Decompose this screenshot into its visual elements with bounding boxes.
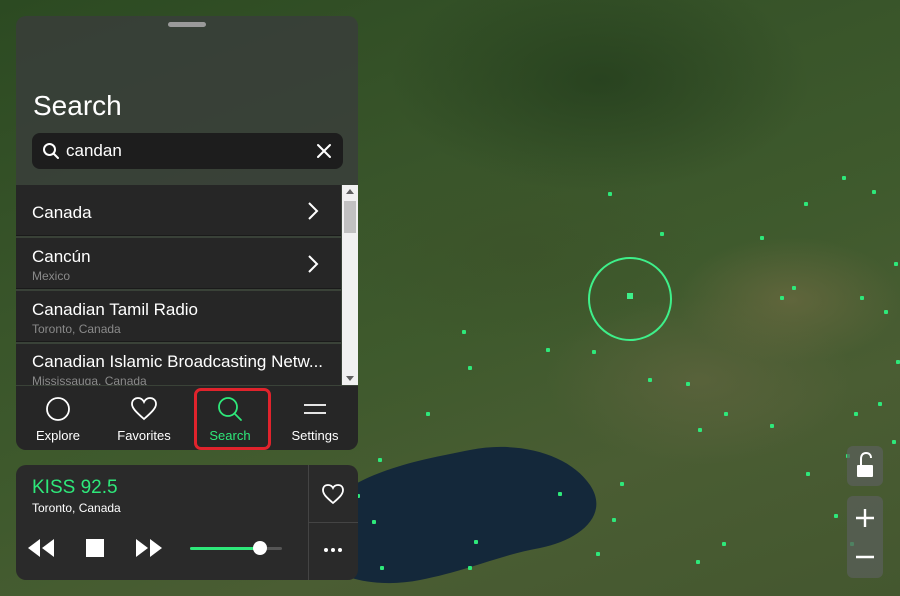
station-marker[interactable] [770,424,774,428]
station-marker[interactable] [894,262,898,266]
zoom-in-icon[interactable] [847,496,883,537]
unlock-icon [857,451,873,477]
search-input[interactable] [66,133,306,169]
page-title: Search [33,90,122,121]
station-marker[interactable] [696,560,700,564]
station-marker[interactable] [620,482,624,486]
volume-level [190,547,260,550]
station-name[interactable]: KISS 92.5 [32,477,118,499]
result-item-canadian-tamil-radio[interactable]: Canadian Tamil Radio Toronto, Canada [16,291,341,342]
bottom-tab-bar: Explore Favorites Search Settings [16,386,358,450]
station-marker[interactable] [722,542,726,546]
result-subtitle: Toronto, Canada [32,322,121,336]
station-marker[interactable] [860,296,864,300]
more-icon[interactable] [321,543,345,557]
tab-explore[interactable]: Explore [18,386,98,450]
result-title: Canadian Tamil Radio [32,300,199,319]
station-marker[interactable] [780,296,784,300]
station-marker[interactable] [380,566,384,570]
result-item-canadian-islamic-broadcasting[interactable]: Canadian Islamic Broadcasting Netw... Mi… [16,344,341,385]
station-marker[interactable] [896,360,900,364]
station-marker[interactable] [884,310,888,314]
station-marker[interactable] [596,552,600,556]
tab-label: Explore [35,428,81,443]
search-box[interactable] [32,133,343,169]
selected-station-marker[interactable] [627,293,633,299]
heart-icon [131,397,157,421]
volume-slider[interactable] [190,547,282,550]
tab-label: Settings [291,428,339,443]
station-marker[interactable] [648,378,652,382]
station-marker[interactable] [372,520,376,524]
tab-label: Favorites [117,428,171,443]
zoom-out-icon[interactable] [847,537,883,578]
clear-icon[interactable] [314,141,334,161]
search-icon [43,143,59,159]
station-marker[interactable] [612,518,616,522]
fast-forward-icon[interactable] [134,537,164,559]
now-playing-bar: KISS 92.5 Toronto, Canada [16,465,358,580]
tab-favorites[interactable]: Favorites [104,386,184,450]
search-tab-highlight [194,388,271,450]
result-subtitle: Mississauga, Canada [32,374,147,385]
station-marker[interactable] [660,232,664,236]
station-marker[interactable] [878,402,882,406]
station-marker[interactable] [698,428,702,432]
volume-knob[interactable] [252,541,267,555]
stop-icon[interactable] [86,539,104,557]
station-marker[interactable] [474,540,478,544]
station-marker[interactable] [468,566,472,570]
results-scrollbar[interactable] [342,185,358,385]
result-item-canada[interactable]: Canada [16,185,341,236]
scroll-thumb[interactable] [344,201,356,233]
scroll-down-arrow[interactable] [342,371,358,385]
result-title: Cancún [32,247,91,266]
station-marker[interactable] [792,286,796,290]
tab-settings[interactable]: Settings [275,386,355,450]
station-marker[interactable] [872,190,876,194]
scroll-up-arrow[interactable] [342,185,358,199]
chevron-right-icon [308,202,319,220]
station-marker[interactable] [378,458,382,462]
station-marker[interactable] [806,472,810,476]
station-marker[interactable] [686,382,690,386]
station-marker[interactable] [546,348,550,352]
zoom-controls [847,496,883,578]
result-title: Canada [32,203,92,222]
heart-icon[interactable] [321,483,345,505]
search-results-list[interactable]: Canada Cancún Mexico Canadian Tamil Radi… [16,185,341,385]
station-marker[interactable] [592,350,596,354]
station-marker[interactable] [468,366,472,370]
result-title: Canadian Islamic Broadcasting Netw... [32,352,324,371]
station-marker[interactable] [892,440,896,444]
lock-button[interactable] [847,446,883,486]
station-marker[interactable] [854,412,858,416]
search-panel: Search Canada Cancún Mexico Canadian Tam… [16,16,358,450]
selected-station-ring[interactable] [588,257,672,341]
rewind-icon[interactable] [26,537,56,559]
explore-icon [46,397,70,421]
result-subtitle: Mexico [32,269,71,283]
station-marker[interactable] [558,492,562,496]
station-marker[interactable] [804,202,808,206]
station-marker[interactable] [760,236,764,240]
settings-icon [304,404,326,414]
drag-handle[interactable] [168,22,206,27]
station-marker[interactable] [462,330,466,334]
station-marker[interactable] [608,192,612,196]
divider [309,522,358,523]
result-item-cancun[interactable]: Cancún Mexico [16,238,341,289]
chevron-right-icon [308,255,319,273]
station-marker[interactable] [842,176,846,180]
station-marker[interactable] [724,412,728,416]
station-marker[interactable] [834,514,838,518]
station-marker[interactable] [426,412,430,416]
station-location: Toronto, Canada [32,501,121,515]
